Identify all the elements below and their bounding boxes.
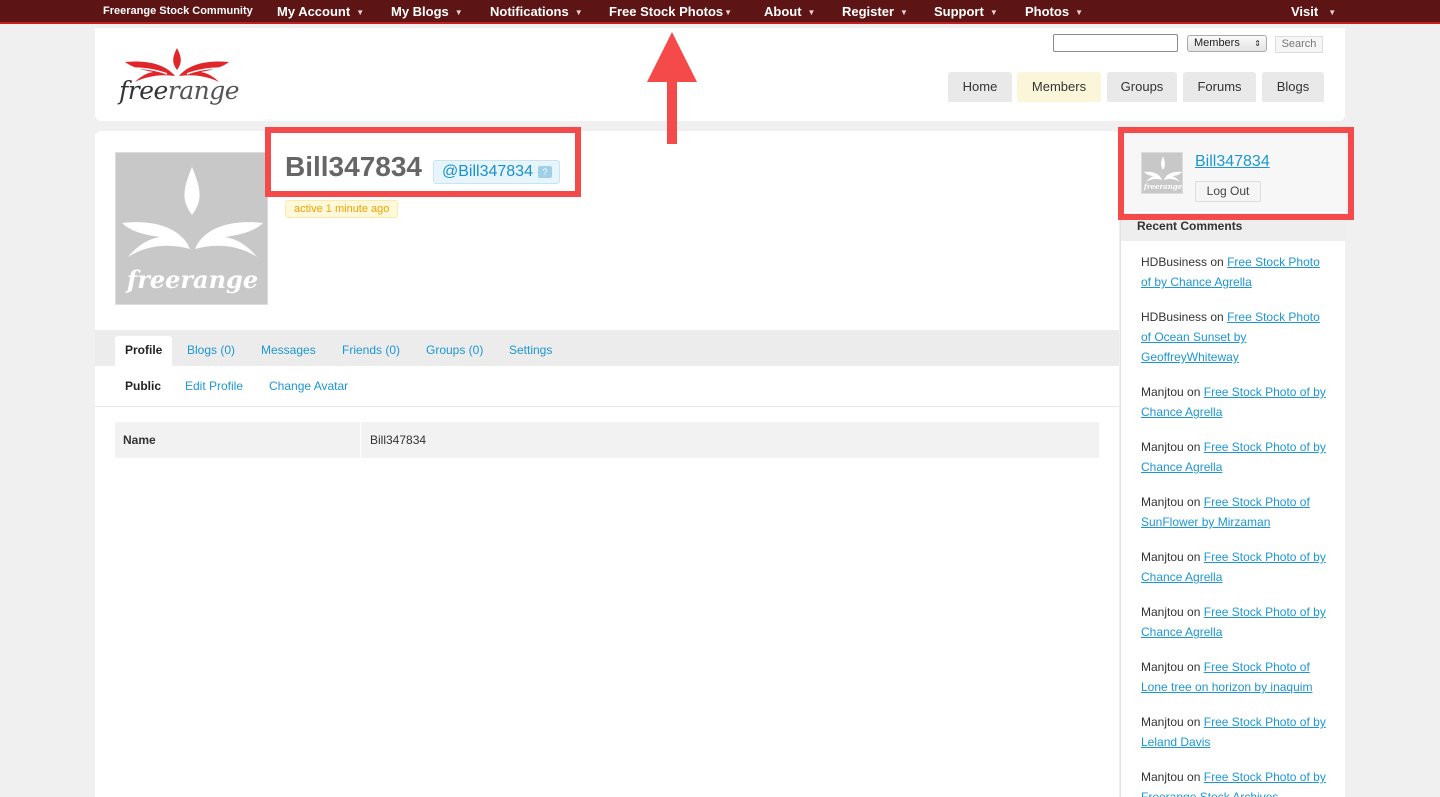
search-input[interactable] <box>1053 34 1178 52</box>
annotation-arrow-icon <box>647 32 697 144</box>
comment-on: on <box>1187 660 1201 674</box>
list-item: Manjtou on Free Stock Photo of by Chance… <box>1141 602 1331 642</box>
nav-forums[interactable]: Forums <box>1183 72 1256 102</box>
comment-author: Manjtou <box>1141 660 1184 674</box>
chevron-down-icon: ▼ <box>1075 8 1083 17</box>
adminbar-label: Visit <box>1291 4 1319 19</box>
list-item: Manjtou on Free Stock Photo of by Leland… <box>1141 712 1331 752</box>
adminbar-brand-link[interactable]: Freerange Stock Community <box>103 0 253 24</box>
comment-on: on <box>1210 255 1224 269</box>
list-item: HDBusiness on Free Stock Photo of Ocean … <box>1141 307 1331 367</box>
comment-on: on <box>1210 310 1224 324</box>
tab-profile[interactable]: Profile <box>115 336 173 366</box>
subtab-public[interactable]: Public <box>125 379 161 393</box>
annotation-highlight-user-box <box>1118 127 1354 220</box>
subtab-edit-profile[interactable]: Edit Profile <box>185 379 243 393</box>
chevron-down-icon: ▼ <box>900 8 908 17</box>
activity-badge: active 1 minute ago <box>285 200 399 218</box>
comment-on: on <box>1187 550 1201 564</box>
field-divider <box>360 422 361 458</box>
chevron-down-icon: ▼ <box>454 8 463 17</box>
profile-content: freerange Bill347834 @Bill347834 ? activ… <box>95 131 1119 797</box>
tab-messages[interactable]: Messages <box>261 336 316 366</box>
adminbar-support[interactable]: Support ▼ <box>934 0 998 24</box>
comment-author: Manjtou <box>1141 715 1184 729</box>
comment-on: on <box>1187 605 1201 619</box>
chevron-down-icon: ▼ <box>356 8 365 17</box>
profile-tabs: Profile Blogs (0) Messages Friends (0) G… <box>95 330 1119 366</box>
adminbar-label: Register <box>842 4 895 19</box>
tab-groups[interactable]: Groups (0) <box>426 336 483 366</box>
subtab-change-avatar[interactable]: Change Avatar <box>269 379 348 393</box>
chevron-down-icon: ▼ <box>807 8 816 17</box>
adminbar-photos[interactable]: Photos ▼ <box>1025 0 1083 24</box>
search-scope-select[interactable]: Members ⇕ <box>1187 35 1267 52</box>
list-item: Manjtou on Free Stock Photo of by Chance… <box>1141 437 1331 477</box>
comment-on: on <box>1187 440 1201 454</box>
chevron-down-icon: ▼ <box>989 8 998 17</box>
avatar[interactable]: freerange <box>115 152 268 305</box>
comment-author: Manjtou <box>1141 385 1184 399</box>
nav-members[interactable]: Members <box>1017 72 1101 102</box>
adminbar-label: My Blogs <box>391 4 449 19</box>
chevron-down-icon: ▼ <box>724 8 733 17</box>
tab-settings[interactable]: Settings <box>509 336 552 366</box>
search-button[interactable]: Search <box>1275 36 1323 53</box>
admin-bar: Freerange Stock Community My Account ▼ My… <box>0 0 1440 24</box>
field-value: Bill347834 <box>370 433 427 447</box>
site-header: freerange Members ⇕ Search Home Members G… <box>95 28 1345 121</box>
comment-on: on <box>1187 495 1201 509</box>
comment-author: Manjtou <box>1141 495 1184 509</box>
tab-blogs[interactable]: Blogs (0) <box>187 336 235 366</box>
comment-on: on <box>1187 770 1201 784</box>
annotation-highlight-username <box>265 127 581 197</box>
comment-author: HDBusiness <box>1141 255 1208 269</box>
logo-text-free: free <box>119 76 168 105</box>
adminbar-label: About <box>764 4 802 19</box>
list-item: Manjtou on Free Stock Photo of Lone tree… <box>1141 657 1331 697</box>
adminbar-free-stock-photos[interactable]: Free Stock Photos▼ <box>609 0 732 24</box>
adminbar-notifications[interactable]: Notifications ▼ <box>490 0 583 24</box>
chevron-down-icon: ▼ <box>1328 8 1337 17</box>
comment-author: Manjtou <box>1141 770 1184 784</box>
adminbar-label: Support <box>934 4 984 19</box>
comment-on: on <box>1187 715 1201 729</box>
adminbar-label: My Account <box>277 4 351 19</box>
list-item: Manjtou on Free Stock Photo of SunFlower… <box>1141 492 1331 532</box>
adminbar-visit[interactable]: Visit ▼ <box>1291 0 1336 24</box>
adminbar-about[interactable]: About ▼ <box>764 0 815 24</box>
adminbar-my-blogs[interactable]: My Blogs ▼ <box>391 0 463 24</box>
adminbar-label: Photos <box>1025 4 1070 19</box>
logo-text: freerange <box>119 76 240 105</box>
comment-author: HDBusiness <box>1141 310 1208 324</box>
tab-friends[interactable]: Friends (0) <box>342 336 400 366</box>
comment-author: Manjtou <box>1141 605 1184 619</box>
list-item: Manjtou on Free Stock Photo of by Freera… <box>1141 767 1331 797</box>
search-scope-value: Members <box>1194 37 1240 49</box>
select-arrows-icon: ⇕ <box>1254 39 1261 48</box>
field-label: Name <box>123 433 156 447</box>
avatar-text: freerange <box>126 265 259 294</box>
nav-blogs[interactable]: Blogs <box>1262 72 1324 102</box>
adminbar-label: Free Stock Photos <box>609 4 724 19</box>
nav-home[interactable]: Home <box>948 72 1012 102</box>
comment-author: Manjtou <box>1141 550 1184 564</box>
adminbar-label: Notifications <box>490 4 569 19</box>
logo-text-range: range <box>167 76 240 105</box>
list-item: HDBusiness on Free Stock Photo of by Cha… <box>1141 252 1331 292</box>
sidebar: freerange Bill347834 Log Out Recent Comm… <box>1120 131 1346 797</box>
comment-author: Manjtou <box>1141 440 1184 454</box>
nav-groups[interactable]: Groups <box>1107 72 1177 102</box>
adminbar-register[interactable]: Register ▼ <box>842 0 908 24</box>
chevron-down-icon: ▼ <box>574 8 583 17</box>
list-item: Manjtou on Free Stock Photo of by Chance… <box>1141 547 1331 587</box>
profile-subtabs: Public Edit Profile Change Avatar <box>95 366 1119 407</box>
adminbar-my-account[interactable]: My Account ▼ <box>277 0 364 24</box>
profile-field-row: Name Bill347834 <box>115 422 1099 458</box>
comment-on: on <box>1187 385 1201 399</box>
list-item: Manjtou on Free Stock Photo of by Chance… <box>1141 382 1331 422</box>
